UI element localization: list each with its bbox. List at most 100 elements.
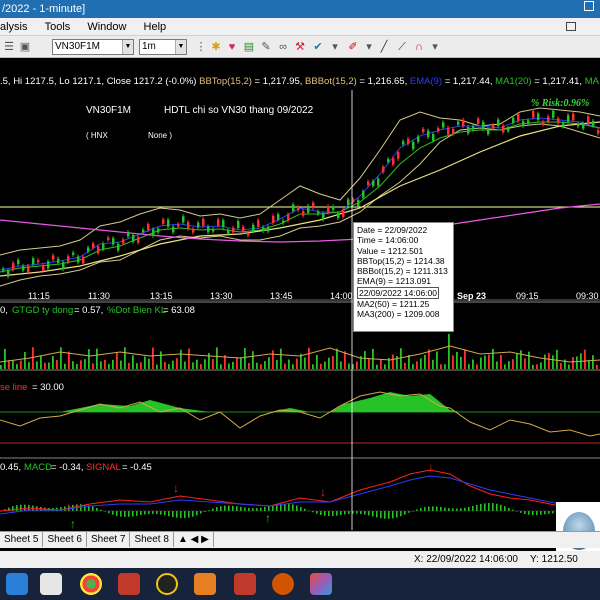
ma1-label: MA1(20) [495,76,532,87]
chart-icon[interactable]: ▤ [242,40,256,54]
macd-hist-bar [480,503,482,511]
candle-body [267,226,270,232]
list-icon[interactable]: ☰ [2,40,16,54]
ohlc-text: .5, Hi 1217.5, Lo 1217.1, Close 1217.2 (… [0,76,197,87]
volume-bar [368,358,370,369]
line-tool-icon[interactable]: ╱ [377,40,391,54]
dropdown-arrow-icon[interactable]: ▾ [328,40,342,54]
menu-tools[interactable]: Tools [45,18,71,36]
volume-bar [332,356,334,369]
pen-icon[interactable]: ✐ [346,40,360,54]
taskbar-app-icon[interactable] [40,573,62,595]
macd-hist-bar [344,511,346,515]
macd-hist-bar [192,511,194,517]
candle-body [287,214,290,221]
taskbar-app-icon[interactable] [272,573,294,595]
volume-bar [548,352,550,369]
taskbar-app-icon[interactable] [156,573,178,595]
status-x: X: 22/09/2022 14:06:00 [414,554,518,565]
dropdown-arrow-icon[interactable]: ▾ [362,40,376,54]
save-icon[interactable]: ▣ [18,40,32,54]
taskbar-app-icon[interactable] [118,573,140,595]
sheet-tabs: Sheet 5 Sheet 6 Sheet 7 Sheet 8 ▲ ◀ ▶ [0,531,600,548]
macd-hist-bar [20,504,22,511]
macd-hist-bar [236,506,238,511]
chrome-icon[interactable] [80,573,102,595]
panel4-prefix: 0.45, [0,462,21,473]
volume-bar [56,360,58,369]
volume-bar [596,364,598,369]
candle-body [192,228,195,233]
tab-sheet-5[interactable]: Sheet 5 [0,532,44,547]
volume-bar [348,363,350,369]
macd-hist-bar [380,511,382,519]
gear-icon[interactable]: ✱ [209,40,223,54]
macd-hist-bar [372,511,374,517]
tab-scroll-icons[interactable]: ▲ ◀ ▶ [174,532,214,547]
macd-hist-bar [112,511,114,515]
candle-body [32,258,35,265]
tools-icon[interactable]: ⚒ [293,40,307,54]
macd-hist-bar [504,506,506,511]
volume-bar [464,349,466,369]
child-restore-button[interactable] [566,22,576,31]
chart-svg[interactable]: VN30F1M HDTL chi so VN30 thang 09/2022 (… [0,90,600,531]
candle-body [232,227,235,233]
ray-tool-icon[interactable]: ⟋ [395,40,409,54]
check-icon[interactable]: ✔ [311,40,325,54]
chart-area[interactable]: VN30F1M HDTL chi so VN30 thang 09/2022 (… [0,90,600,531]
tab-sheet-6[interactable]: Sheet 6 [43,532,87,547]
macd-hist-bar [160,511,162,515]
macd-hist-bar [248,507,250,511]
taskbar-app-icon[interactable] [6,573,28,595]
edit-icon[interactable]: ✎ [259,40,273,54]
grid-icon[interactable]: ⋮ [194,40,208,54]
macd-hist-bar [524,511,526,514]
magnet-icon[interactable]: ∩ [412,40,426,54]
tab-sheet-8[interactable]: Sheet 8 [130,532,174,547]
time-tick: 11:30 [88,291,110,301]
macd-hist-bar [400,511,402,517]
taskbar-app-icon[interactable] [310,573,332,595]
heart-icon[interactable]: ♥ [225,40,239,54]
macd-hist-bar [348,511,350,515]
symbol-combo[interactable]: VN30F1M ▼ [52,39,134,55]
menu-window[interactable]: Window [87,18,126,36]
macd-hist-bar [92,506,94,511]
candle-body [382,166,385,173]
macd-hist-bar [328,511,330,517]
macd-hist-bar [16,505,18,511]
candle-body [72,252,75,255]
candle-body [447,127,450,135]
panel3-value: = 30.00 [32,382,64,393]
taskbar-app-icon[interactable] [234,573,256,595]
chevron-down-icon[interactable]: ▼ [175,40,186,54]
volume-bar [24,351,26,369]
volume-bar [236,357,238,369]
volume-bar [544,354,546,369]
volume-bar [264,361,266,369]
restore-button[interactable] [584,1,594,11]
volume-bar [416,361,418,369]
dropdown-arrow-icon[interactable]: ▾ [428,40,442,54]
candle-body [182,216,185,223]
interval-combo[interactable]: 1m ▼ [139,39,187,55]
volume-bars [0,333,598,369]
volume-bar [164,361,166,369]
tab-sheet-7[interactable]: Sheet 7 [87,532,131,547]
status-bar: X: 22/09/2022 14:06:00 Y: 1212.50 [0,551,600,568]
chevron-down-icon[interactable]: ▼ [122,40,133,54]
macd-hist-bar [440,507,442,511]
candle-body [517,114,520,122]
volume-bar [452,355,454,369]
panel2-label2: %Dot Bien KL [107,305,166,316]
menu-help[interactable]: Help [144,18,167,36]
candle-body [482,121,485,129]
volume-bar [552,355,554,369]
candle-body [537,113,540,120]
link-icon[interactable]: ∞ [276,40,290,54]
candle-body [567,115,570,122]
menu-analysis[interactable]: alysis [0,18,28,36]
taskbar-app-icon[interactable] [194,573,216,595]
volume-bar [588,360,590,369]
